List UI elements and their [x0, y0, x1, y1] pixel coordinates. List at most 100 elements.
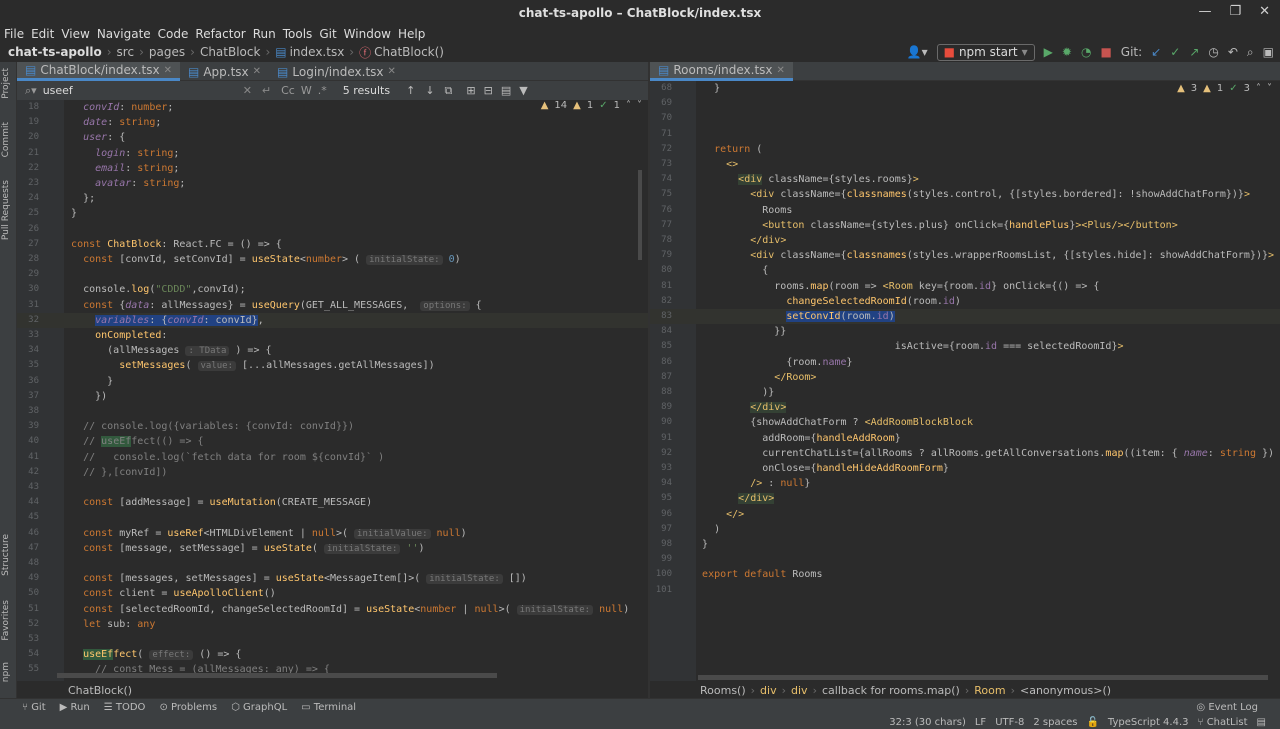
horizontal-scrollbar[interactable]	[57, 673, 497, 678]
code-line[interactable]: const [messages, setMessages] = useState…	[59, 571, 527, 586]
code-line[interactable]: // console.log({variables: {convId: conv…	[59, 419, 354, 434]
match-case-toggle[interactable]: Cc	[281, 84, 295, 97]
tab-app[interactable]: ▤ App.tsx ✕	[180, 62, 269, 81]
typescript-version[interactable]: TypeScript 4.4.3	[1108, 717, 1189, 728]
horizontal-scrollbar[interactable]	[698, 675, 1268, 680]
breadcrumb-map-callback[interactable]: callback for rooms.map()	[822, 684, 960, 697]
code-line[interactable]: <div className={classnames(styles.contro…	[690, 187, 1250, 202]
chevron-up-icon[interactable]: ˄	[1256, 83, 1261, 94]
code-line[interactable]: login: string;	[59, 146, 179, 161]
code-line[interactable]: date: string;	[59, 115, 161, 130]
breadcrumb-src[interactable]: src	[117, 45, 135, 59]
code-line[interactable]: addRoom={handleAddRoom}	[690, 431, 901, 446]
code-line[interactable]: const [addMessage] = useMutation(CREATE_…	[59, 495, 372, 510]
menu-refactor[interactable]: Refactor	[195, 27, 245, 41]
tool-event-log[interactable]: ◎ Event Log	[1196, 702, 1258, 713]
git-branch[interactable]: ⑂ ChatList	[1198, 717, 1248, 728]
close-icon[interactable]: ✕	[1259, 4, 1270, 19]
menu-run[interactable]: Run	[253, 27, 276, 41]
menu-file[interactable]: File	[4, 27, 24, 41]
inspection-widget[interactable]: ▲ 3 ▲ 1 ✓ 3 ˄ ˅	[1177, 83, 1272, 94]
stop-icon[interactable]: ■	[1100, 45, 1111, 59]
code-line[interactable]: </div>	[690, 233, 786, 248]
code-line[interactable]: {room.name}	[690, 355, 852, 370]
file-encoding[interactable]: UTF-8	[995, 717, 1024, 728]
search-everywhere-icon[interactable]: ⌕	[1247, 45, 1254, 60]
find-all-icon[interactable]: ⧉	[445, 84, 453, 98]
code-line[interactable]: const [message, setMessage] = useState( …	[59, 541, 425, 556]
debug-icon[interactable]: ✹	[1062, 45, 1072, 59]
breadcrumb-div[interactable]: div	[760, 684, 777, 697]
code-line[interactable]: onCompleted:	[59, 328, 167, 343]
code-line[interactable]: rooms.map(room => <Room key={room.id} on…	[690, 279, 1099, 294]
minimize-icon[interactable]: —	[1198, 4, 1211, 19]
breadcrumb-div[interactable]: div	[791, 684, 808, 697]
code-line[interactable]: // console.log(`fetch data for room ${co…	[59, 450, 384, 465]
tool-todo[interactable]: ☰ TODO	[104, 702, 146, 713]
left-code-editor[interactable]: 18 convId: number; 19 date: string; 20 use…	[17, 100, 648, 681]
menu-edit[interactable]: Edit	[31, 27, 54, 41]
code-line[interactable]: const [selectedRoomId, changeSelectedRoo…	[59, 602, 629, 617]
indent-setting[interactable]: 2 spaces	[1033, 717, 1077, 728]
breadcrumb-project[interactable]: chat-ts-apollo	[8, 45, 102, 59]
breadcrumb-chatblock[interactable]: ChatBlock	[200, 45, 261, 59]
tool-pull-requests[interactable]: Pull Requests	[1, 180, 11, 240]
regex-toggle[interactable]: .*	[318, 84, 327, 97]
next-occurrence-icon[interactable]: ↓	[425, 84, 434, 97]
tool-project[interactable]: Project	[1, 68, 11, 99]
memory-indicator-icon[interactable]: ▤	[1257, 717, 1266, 728]
code-line[interactable]: )	[690, 522, 720, 537]
breadcrumb-function[interactable]: ⓕ ChatBlock()	[359, 44, 444, 61]
code-line[interactable]: useEffect( effect: () => {	[59, 647, 241, 662]
git-push-icon[interactable]: ↗	[1189, 45, 1199, 59]
maximize-icon[interactable]: ❐	[1229, 4, 1241, 19]
code-line[interactable]: {	[690, 263, 768, 278]
menu-view[interactable]: View	[61, 27, 89, 41]
inspection-widget[interactable]: ▲ 14 ▲ 1 ✓ 1 ˄ ˅	[541, 100, 642, 111]
code-line[interactable]: Rooms	[690, 203, 792, 218]
code-line[interactable]: return (	[690, 142, 762, 157]
new-line-icon[interactable]: ↵	[262, 84, 271, 97]
previous-occurrence-icon[interactable]: ↑	[406, 84, 415, 97]
chevron-down-icon[interactable]: ˅	[637, 100, 642, 111]
code-line[interactable]: onClose={handleHideAddRoomForm}	[690, 461, 949, 476]
add-occurrence-icon[interactable]: ⊞	[466, 84, 475, 97]
tab-login-index[interactable]: ▤ Login/index.tsx ✕	[269, 62, 404, 81]
breadcrumb-chatblock-function[interactable]: ChatBlock()	[68, 684, 132, 697]
tool-commit[interactable]: Commit	[1, 122, 11, 157]
git-rollback-icon[interactable]: ↶	[1228, 45, 1238, 59]
close-tab-icon[interactable]: ✕	[164, 65, 172, 76]
tab-rooms-index[interactable]: ▤ Rooms/index.tsx ✕	[650, 62, 793, 81]
code-line[interactable]: })	[59, 389, 107, 404]
git-update-icon[interactable]: ↙	[1151, 45, 1161, 59]
search-input[interactable]: useef	[43, 84, 223, 97]
code-line[interactable]: </div>	[690, 491, 775, 506]
tool-graphql[interactable]: ⬡ GraphQL	[231, 702, 287, 713]
close-tab-icon[interactable]: ✕	[253, 66, 261, 77]
tool-npm[interactable]: npm	[1, 662, 11, 682]
close-tab-icon[interactable]: ✕	[388, 66, 396, 77]
user-icon[interactable]: 👤▾	[907, 45, 928, 59]
code-line[interactable]: // useEffect(() => {	[59, 434, 204, 449]
code-line[interactable]: <div className={classnames(styles.wrappe…	[690, 248, 1274, 263]
run-configuration-select[interactable]: ■ npm start ▾	[936, 43, 1035, 61]
menu-help[interactable]: Help	[398, 27, 425, 41]
menu-window[interactable]: Window	[344, 27, 391, 41]
code-line[interactable]: currentChatList={allRooms ? allRooms.get…	[690, 446, 1280, 461]
code-line[interactable]: (allMessages : TData ) => {	[59, 343, 272, 358]
breadcrumb-pages[interactable]: pages	[149, 45, 185, 59]
code-line[interactable]: isActive={room.id === selectedRoomId}>	[690, 339, 1124, 354]
ide-features-icon[interactable]: ▣	[1263, 45, 1274, 59]
tab-chatblock-index[interactable]: ▤ ChatBlock/index.tsx ✕	[17, 62, 180, 81]
code-line[interactable]: <div className={styles.rooms}>	[690, 172, 919, 187]
code-line[interactable]: avatar: string;	[59, 176, 185, 191]
code-line[interactable]: }}	[690, 324, 786, 339]
menu-code[interactable]: Code	[158, 27, 189, 41]
menu-navigate[interactable]: Navigate	[97, 27, 151, 41]
code-line[interactable]: variables: {convId: convId},	[59, 313, 264, 328]
clear-search-icon[interactable]: ✕	[243, 84, 252, 97]
code-line[interactable]: }	[690, 537, 708, 552]
code-line[interactable]: <button className={styles.plus} onClick=…	[690, 218, 1177, 233]
whole-words-toggle[interactable]: W	[301, 84, 312, 97]
code-line[interactable]: }	[59, 374, 113, 389]
